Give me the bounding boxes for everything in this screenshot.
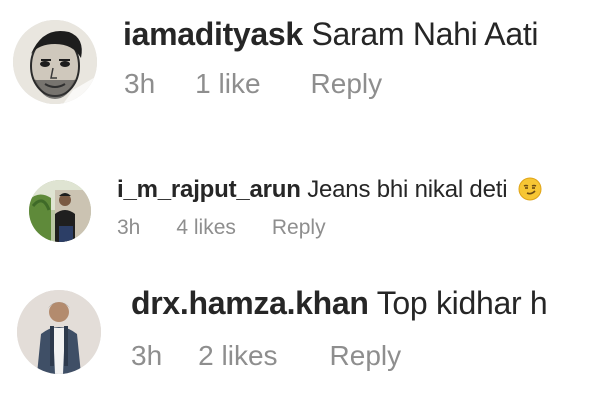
comment-username[interactable]: iamadityask — [123, 16, 303, 52]
comment-likes[interactable]: 2 likes — [198, 340, 277, 372]
avatar[interactable] — [13, 20, 97, 104]
comment-time: 3h — [124, 68, 156, 99]
comment-body: Jeans bhi nikal deti — [307, 176, 508, 203]
comment-text-line: drx.hamza.khan Top kidhar h — [131, 285, 548, 322]
comment-likes[interactable]: 4 likes — [176, 216, 236, 240]
avatar-image — [13, 20, 97, 104]
comment-time: 3h — [131, 340, 163, 371]
comment-time: 3h — [117, 216, 141, 239]
comment-body: Top kidhar h — [376, 285, 548, 321]
comment-body: Saram Nahi Aati — [311, 16, 539, 52]
comment-text-line: iamadityask Saram Nahi Aati — [123, 16, 539, 53]
avatar-image — [29, 180, 91, 242]
smirking-face-emoji-icon — [518, 177, 542, 208]
avatar[interactable] — [29, 180, 91, 242]
reply-button[interactable]: Reply — [272, 216, 326, 240]
comment-username[interactable]: i_m_rajput_arun — [117, 176, 301, 203]
avatar-image — [17, 290, 101, 374]
comment-meta: 3h 1 like Reply — [124, 68, 382, 100]
comment-username[interactable]: drx.hamza.khan — [131, 285, 369, 321]
comment-text-line: i_m_rajput_arun Jeans bhi nikal deti — [117, 176, 542, 208]
reply-button[interactable]: Reply — [311, 68, 383, 100]
comment-likes[interactable]: 1 like — [195, 68, 260, 100]
comment-meta: 3h 2 likes Reply — [131, 340, 401, 372]
avatar[interactable] — [17, 290, 101, 374]
reply-button[interactable]: Reply — [330, 340, 402, 372]
comment-meta: 3h 4 likes Reply — [117, 216, 326, 240]
